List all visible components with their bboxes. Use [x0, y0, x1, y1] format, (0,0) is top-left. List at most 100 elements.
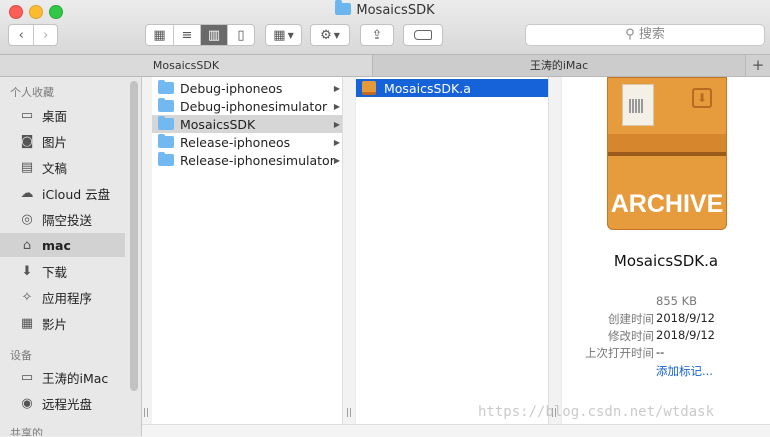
tab-mosaicssdk[interactable]: MosaicsSDK — [0, 55, 373, 76]
action-button[interactable]: ⚙ ▼ — [310, 24, 350, 46]
sidebar-item-favorites[interactable]: ☁ iCloud 云盘 — [0, 181, 125, 205]
disclosure-arrow-icon: ▶ — [333, 119, 340, 129]
columns-icon: ▥ — [207, 27, 221, 43]
folder-label: Release-iphonesimulator — [180, 152, 335, 168]
folder-label: MosaicsSDK — [180, 116, 256, 132]
archive-icon — [362, 81, 376, 95]
disc-icon: ◉ — [21, 395, 33, 411]
apps-icon: ✧ — [21, 289, 33, 305]
folder-row[interactable]: MosaicsSDK ▶ — [152, 115, 342, 133]
file-label: MosaicsSDK.a — [384, 80, 471, 96]
sidebar-item-label: 桌面 — [42, 108, 68, 124]
column-resize-handle[interactable]: || — [346, 408, 352, 418]
sidebar-item-favorites[interactable]: ▦ 影片 — [0, 311, 125, 335]
camera-icon: ◙ — [20, 133, 34, 149]
file-row[interactable]: MosaicsSDK.a — [356, 79, 548, 97]
folder-row[interactable]: Release-iphonesimulator ▶ — [152, 151, 342, 169]
modified-label: 修改时间 — [608, 329, 654, 343]
tag-icon — [414, 30, 432, 40]
sidebar-item-label: 隔空投送 — [42, 212, 93, 228]
sidebar-item-favorites[interactable]: ▭ 桌面 — [0, 103, 125, 127]
disclosure-arrow-icon: ▶ — [333, 101, 340, 111]
preview-pane: ⬇ ARCHIVE MosaicsSDK.a 855 KB 创建时间 2018/… — [562, 77, 770, 424]
icon-view-button[interactable]: ▦ — [146, 25, 173, 45]
column-view-button[interactable]: ▥ — [200, 25, 227, 45]
last-opened-label: 上次打开时间 — [585, 346, 654, 360]
search-field[interactable]: ⚲ 搜索 — [525, 24, 765, 46]
created-value: 2018/9/12 — [656, 311, 715, 325]
view-mode-control: ▦ ≡ ▥ ▯ — [145, 24, 255, 46]
sidebar-item-favorites[interactable]: ◙ 图片 — [0, 129, 125, 153]
sidebar-item-devices[interactable]: ◉ 远程光盘 — [0, 391, 125, 415]
sidebar-item-favorites[interactable]: ◎ 隔空投送 — [0, 207, 125, 231]
sidebar-item-favorites[interactable]: ⌂ mac — [0, 233, 125, 257]
column-gutter — [142, 77, 152, 424]
watermark: https://blog.csdn.net/wtdask — [478, 404, 715, 420]
tags-button[interactable] — [403, 24, 443, 46]
gear-icon: ⚙ — [320, 27, 332, 43]
folder-icon — [158, 98, 174, 112]
folder-icon — [335, 0, 352, 15]
sidebar-item-label: iCloud 云盘 — [42, 186, 111, 202]
home-icon: ⌂ — [22, 237, 32, 253]
forward-button[interactable]: › — [33, 25, 57, 45]
arrange-button[interactable]: ▦ ▼ — [265, 24, 302, 46]
column-1: Debug-iphoneos ▶ Debug-iphonesimulator ▶ Mos… — [152, 77, 343, 424]
back-forward-control: ‹ › — [8, 24, 58, 46]
created-label: 创建时间 — [608, 312, 654, 326]
grid-icon: ▦ — [153, 27, 166, 43]
sidebar-scrollbar[interactable] — [130, 81, 138, 391]
sidebar-item-favorites[interactable]: ▤ 文稿 — [0, 155, 125, 179]
column-gutter — [549, 77, 561, 424]
folder-icon — [158, 134, 174, 148]
share-icon: ⇪ — [371, 27, 383, 43]
file-size: 855 KB — [656, 294, 698, 308]
archive-icon-text: ARCHIVE — [610, 190, 724, 218]
folder-row[interactable]: Debug-iphoneos ▶ — [152, 79, 342, 97]
sidebar-item-label: 应用程序 — [42, 290, 93, 306]
preview-file-name: MosaicsSDK.a — [613, 252, 719, 270]
shared-header: 共享的 — [10, 427, 43, 436]
coverflow-icon: ▯ — [237, 27, 245, 43]
chevron-down-icon: ▼ — [287, 30, 294, 40]
sidebar-item-label: 远程光盘 — [42, 396, 93, 412]
sidebar-item-label: 下载 — [42, 264, 68, 280]
window-title: MosaicsSDK — [0, 0, 770, 18]
title-bar: MosaicsSDK ‹ › ▦ ≡ ▥ ▯ ▦ ▼ ⚙ ▼ ⇪ ⚲ 搜索 — [0, 0, 770, 55]
add-tags-link[interactable]: 添加标记... — [656, 363, 713, 379]
cover-flow-button[interactable]: ▯ — [227, 25, 254, 45]
search-icon: ⚲ — [625, 27, 635, 42]
folder-row[interactable]: Release-iphoneos ▶ — [152, 133, 342, 151]
last-opened-value: -- — [656, 345, 665, 359]
sidebar-item-label: mac — [42, 237, 71, 253]
desktop-icon: ▭ — [20, 107, 34, 123]
airdrop-icon: ◎ — [21, 211, 33, 227]
chevron-down-icon: ▼ — [333, 30, 340, 40]
share-button[interactable]: ⇪ — [360, 24, 394, 46]
folder-label: Debug-iphonesimulator — [180, 98, 328, 114]
sidebar-item-favorites[interactable]: ⬇ 下载 — [0, 259, 125, 283]
column-gutter — [343, 77, 355, 424]
sidebar-item-favorites[interactable]: ✧ 应用程序 — [0, 285, 125, 309]
sidebar-item-devices[interactable]: ▭ 王涛的iMac — [0, 365, 125, 389]
cloud-icon: ☁ — [20, 185, 34, 201]
tab-imac[interactable]: 王涛的iMac — [373, 55, 745, 76]
folder-row[interactable]: Debug-iphonesimulator ▶ — [152, 97, 342, 115]
sidebar-item-label: 图片 — [42, 134, 68, 150]
disclosure-arrow-icon: ▶ — [333, 137, 340, 147]
disclosure-arrow-icon: ▶ — [333, 155, 340, 165]
list-icon: ≡ — [181, 27, 193, 43]
horizontal-scrollbar[interactable] — [142, 424, 770, 437]
sidebar-item-label: 影片 — [42, 316, 68, 332]
arrange-icon: ▦ — [273, 27, 286, 43]
column-2: MosaicsSDK.a — [356, 77, 549, 424]
download-icon: ⬇ — [692, 88, 712, 108]
list-view-button[interactable]: ≡ — [173, 25, 200, 45]
new-tab-button[interactable]: + — [745, 55, 770, 76]
back-button[interactable]: ‹ — [9, 25, 33, 45]
download-icon: ⬇ — [21, 263, 33, 279]
disclosure-arrow-icon: ▶ — [333, 83, 340, 93]
document-icon: ▤ — [20, 159, 34, 175]
folder-icon — [158, 80, 174, 94]
column-resize-handle[interactable]: || — [143, 408, 149, 418]
